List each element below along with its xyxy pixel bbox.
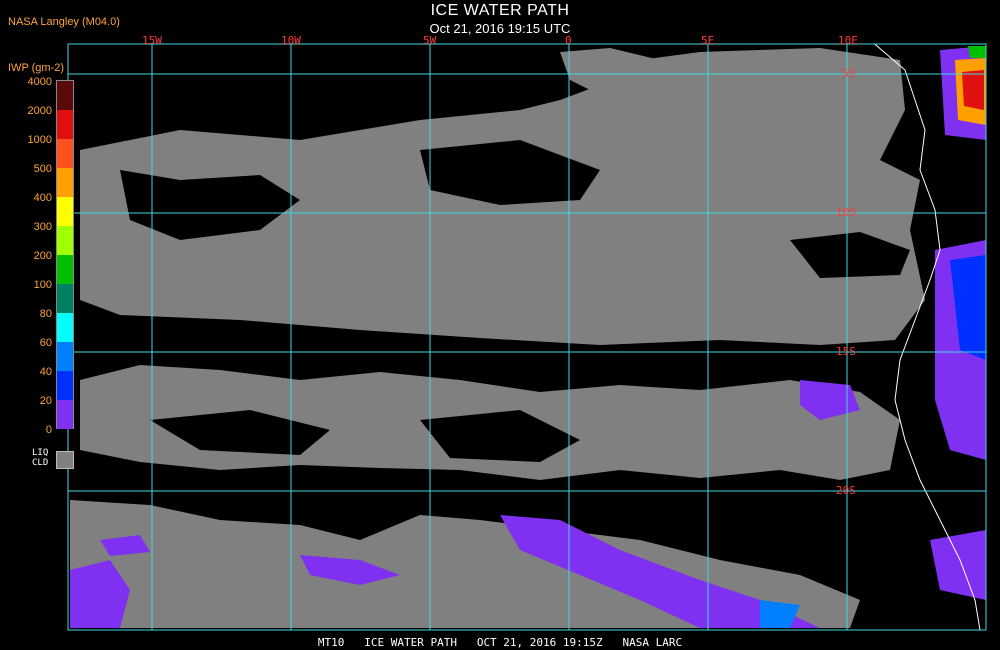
lat-label: 20S (836, 484, 856, 497)
lon-label: 5E (701, 34, 715, 47)
liquid-label-line1: LIQ (32, 448, 49, 458)
lat-label: 5S (842, 67, 856, 80)
liquid-label-line2: CLD (32, 458, 49, 468)
legend-tick-label: 1000 (27, 134, 52, 146)
legend-tick-label: 300 (33, 221, 52, 233)
colorbar-segment (57, 197, 73, 226)
colorbar-segment (57, 371, 73, 400)
map-title: ICE WATER PATH (430, 2, 570, 19)
liquid-cloud-label: LIQ CLD (32, 448, 48, 468)
colorbar-segment (57, 226, 73, 255)
colorbar-segment (57, 255, 73, 284)
legend-tick-label: 60 (39, 337, 52, 349)
legend-tick-label: 200 (33, 250, 52, 262)
colorbar-segment (57, 284, 73, 313)
colorbar-segment (57, 400, 73, 429)
colorbar-segment (57, 168, 73, 197)
legend-tick-label: 400 (33, 192, 52, 204)
lon-label: 0 (565, 34, 572, 47)
legend-title: IWP (gm-2) (8, 62, 65, 74)
source-label: NASA Langley (M04.0) (8, 16, 120, 28)
legend-tick-label: 4000 (27, 76, 52, 88)
legend-tick-label: 2000 (27, 105, 52, 117)
lat-label: 15S (836, 345, 856, 358)
legend-tick-label: 80 (39, 308, 52, 320)
legend-tick-label: 500 (33, 163, 52, 175)
colorbar-segment (57, 313, 73, 342)
legend-tick-label: 20 (39, 395, 52, 407)
legend-tick-label: 100 (33, 279, 52, 291)
lon-label: 10W (281, 34, 301, 47)
colorbar (56, 80, 74, 429)
lon-label: 5W (423, 34, 437, 47)
lon-label: 10E (838, 34, 858, 47)
legend-tick-label: 0 (45, 424, 52, 436)
footer-caption: MT10 ICE WATER PATH OCT 21, 2016 19:15Z … (317, 636, 683, 649)
legend-tick-label: 40 (39, 366, 52, 378)
colorbar-segment (57, 342, 73, 371)
satellite-map (67, 43, 987, 631)
liquid-cloud-swatch (56, 451, 74, 469)
lat-label: 10S (836, 206, 856, 219)
colorbar-segment (57, 81, 73, 110)
colorbar-segment (57, 110, 73, 139)
lon-label: 15W (142, 34, 162, 47)
colorbar-segment (57, 139, 73, 168)
